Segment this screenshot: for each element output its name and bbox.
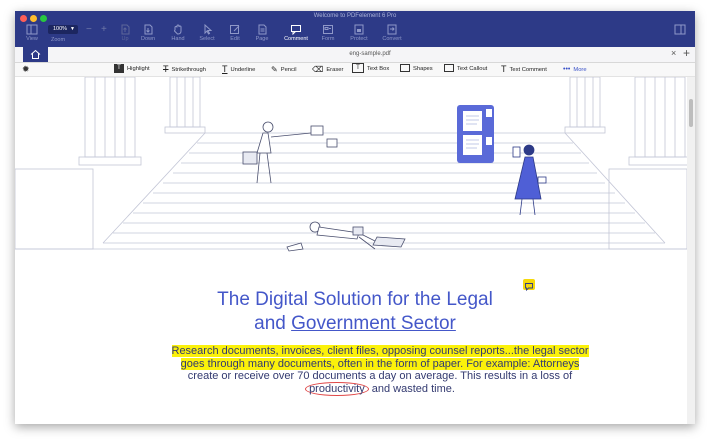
comment-label: Comment [284, 36, 308, 42]
comment-bubble-icon [525, 283, 533, 292]
sticky-note-icon[interactable] [523, 279, 535, 292]
protect-button[interactable]: Protect [344, 24, 374, 46]
hand-label: Hand [171, 36, 185, 42]
page-up-icon [121, 24, 130, 35]
strikethrough-label: Strikethrough [171, 67, 206, 74]
view-label: View [26, 36, 38, 42]
close-tab-icon[interactable]: × [671, 48, 676, 58]
courthouse-illustration [15, 77, 687, 252]
cursor-icon [204, 24, 213, 35]
panel-icon [674, 24, 686, 35]
more-label: More [573, 67, 587, 74]
strikethrough-tool[interactable]: T Strikethrough [163, 63, 206, 76]
textbox-label: Text Box [367, 66, 390, 72]
page-down-button[interactable]: Down [133, 24, 163, 46]
vertical-scrollbar[interactable] [687, 77, 695, 424]
pencil-tool[interactable]: ✎ Pencil [271, 63, 297, 76]
page-down-icon [144, 24, 153, 35]
lock-icon [354, 24, 364, 35]
heading-link[interactable]: Government Sector [291, 313, 456, 334]
form-icon [323, 25, 333, 34]
text-comment-icon: T [501, 64, 507, 74]
comment-icon [291, 25, 301, 35]
heading-line-1: The Digital Solution for the Legal [217, 289, 493, 310]
paragraph-line-1: Research documents, invoices, client fil… [130, 345, 630, 358]
page-button[interactable]: Page [247, 24, 277, 46]
form-button[interactable]: Form [313, 24, 343, 46]
zoom-value: 100% [53, 26, 68, 32]
app-window: Welcome to PDFelement 6 Pro View 100% ▼ Z… [15, 11, 695, 424]
scrollbar-thumb[interactable] [689, 99, 693, 127]
shapes-tool[interactable]: Shapes [400, 63, 433, 76]
highlight-label: Highlight [127, 66, 150, 72]
highlighted-text-1[interactable]: Research documents, invoices, client fil… [171, 345, 589, 357]
view-button[interactable]: View [17, 24, 47, 46]
highlight-tool[interactable]: T Highlight [114, 63, 150, 76]
down-label: Down [140, 36, 156, 42]
paragraph-line-4-rest: and wasted time. [368, 382, 455, 395]
document-tab[interactable]: eng-sample.pdf [65, 47, 675, 62]
paragraph-line-2: goes through many documents, often in th… [130, 357, 630, 371]
heading-line-2-prefix: and [254, 313, 286, 334]
pencil-icon: ✎ [271, 65, 278, 74]
hand-icon [173, 24, 182, 35]
underline-label: Underline [230, 67, 256, 74]
more-tools[interactable]: ••• More [563, 63, 587, 76]
zoom-select[interactable]: 100% ▼ [48, 25, 78, 34]
highlighted-text-2[interactable]: goes through many documents, often in th… [180, 357, 580, 370]
underline-icon: T [222, 64, 228, 74]
edit-icon [230, 25, 240, 34]
add-tab-icon[interactable]: + [683, 46, 690, 60]
callout-icon [444, 64, 454, 73]
home-icon [30, 49, 41, 59]
document-page: The Digital Solution for the Legal and G… [15, 77, 687, 424]
convert-icon [387, 24, 397, 35]
chevron-down-icon: ▼ [70, 26, 75, 32]
eraser-icon: ⌫ [312, 65, 324, 74]
hand-tool-button[interactable]: Hand [163, 24, 193, 46]
text-comment-tool[interactable]: T Text Comment [501, 63, 547, 76]
home-tab[interactable] [23, 47, 48, 62]
underline-tool[interactable]: T Underline [222, 63, 255, 76]
text-callout-label: Text Callout [457, 66, 488, 72]
select-label: Select [199, 36, 215, 42]
textbox-tool[interactable]: T Text Box [352, 63, 389, 76]
heading-line-2: and Government Sector [195, 313, 515, 335]
zoom-in-button[interactable]: + [101, 24, 107, 35]
shapes-label: Shapes [413, 66, 433, 72]
convert-label: Convert [382, 36, 402, 42]
edit-label: Edit [230, 36, 240, 42]
text-comment-label: Text Comment [509, 67, 547, 74]
page-label: Page [255, 36, 269, 42]
select-tool-button[interactable]: Select [192, 24, 222, 46]
zoom-label: Zoom [51, 37, 66, 43]
edit-button[interactable]: Edit [220, 24, 250, 46]
paragraph-line-3: create or receive over 70 documents a da… [187, 370, 573, 382]
paragraph-line-4: productivity and wasted time. [130, 381, 630, 396]
page-icon [258, 24, 267, 35]
shapes-icon [400, 64, 410, 73]
text-callout-tool[interactable]: Text Callout [444, 63, 487, 76]
convert-button[interactable]: Convert [377, 24, 407, 46]
tab-bar: eng-sample.pdf × + [15, 46, 695, 63]
gear-icon[interactable]: ✹ [22, 63, 30, 76]
window-title: Welcome to PDFelement 6 Pro [313, 13, 397, 19]
main-toolbar: Welcome to PDFelement 6 Pro View 100% ▼ Z… [15, 11, 695, 47]
comment-toolbar: ✹ T Highlight T Strikethrough T Underline ✎… [15, 63, 695, 77]
pencil-label: Pencil [280, 67, 297, 74]
highlight-icon: T [114, 63, 124, 73]
zoom-out-button[interactable]: − [86, 24, 92, 35]
textbox-icon: T [352, 63, 364, 74]
paragraph: Research documents, invoices, client fil… [130, 345, 630, 396]
circled-word[interactable]: productivity [305, 381, 369, 396]
eraser-label: Eraser [326, 67, 344, 74]
strikethrough-icon: T [163, 64, 169, 74]
protect-label: Protect [350, 36, 368, 42]
more-icon: ••• [563, 66, 571, 73]
form-label: Form [321, 36, 335, 42]
eraser-tool[interactable]: ⌫ Eraser [312, 63, 343, 76]
view-icon [26, 24, 38, 35]
comment-button[interactable]: Comment [281, 24, 311, 46]
panel-toggle-button[interactable] [665, 24, 695, 46]
